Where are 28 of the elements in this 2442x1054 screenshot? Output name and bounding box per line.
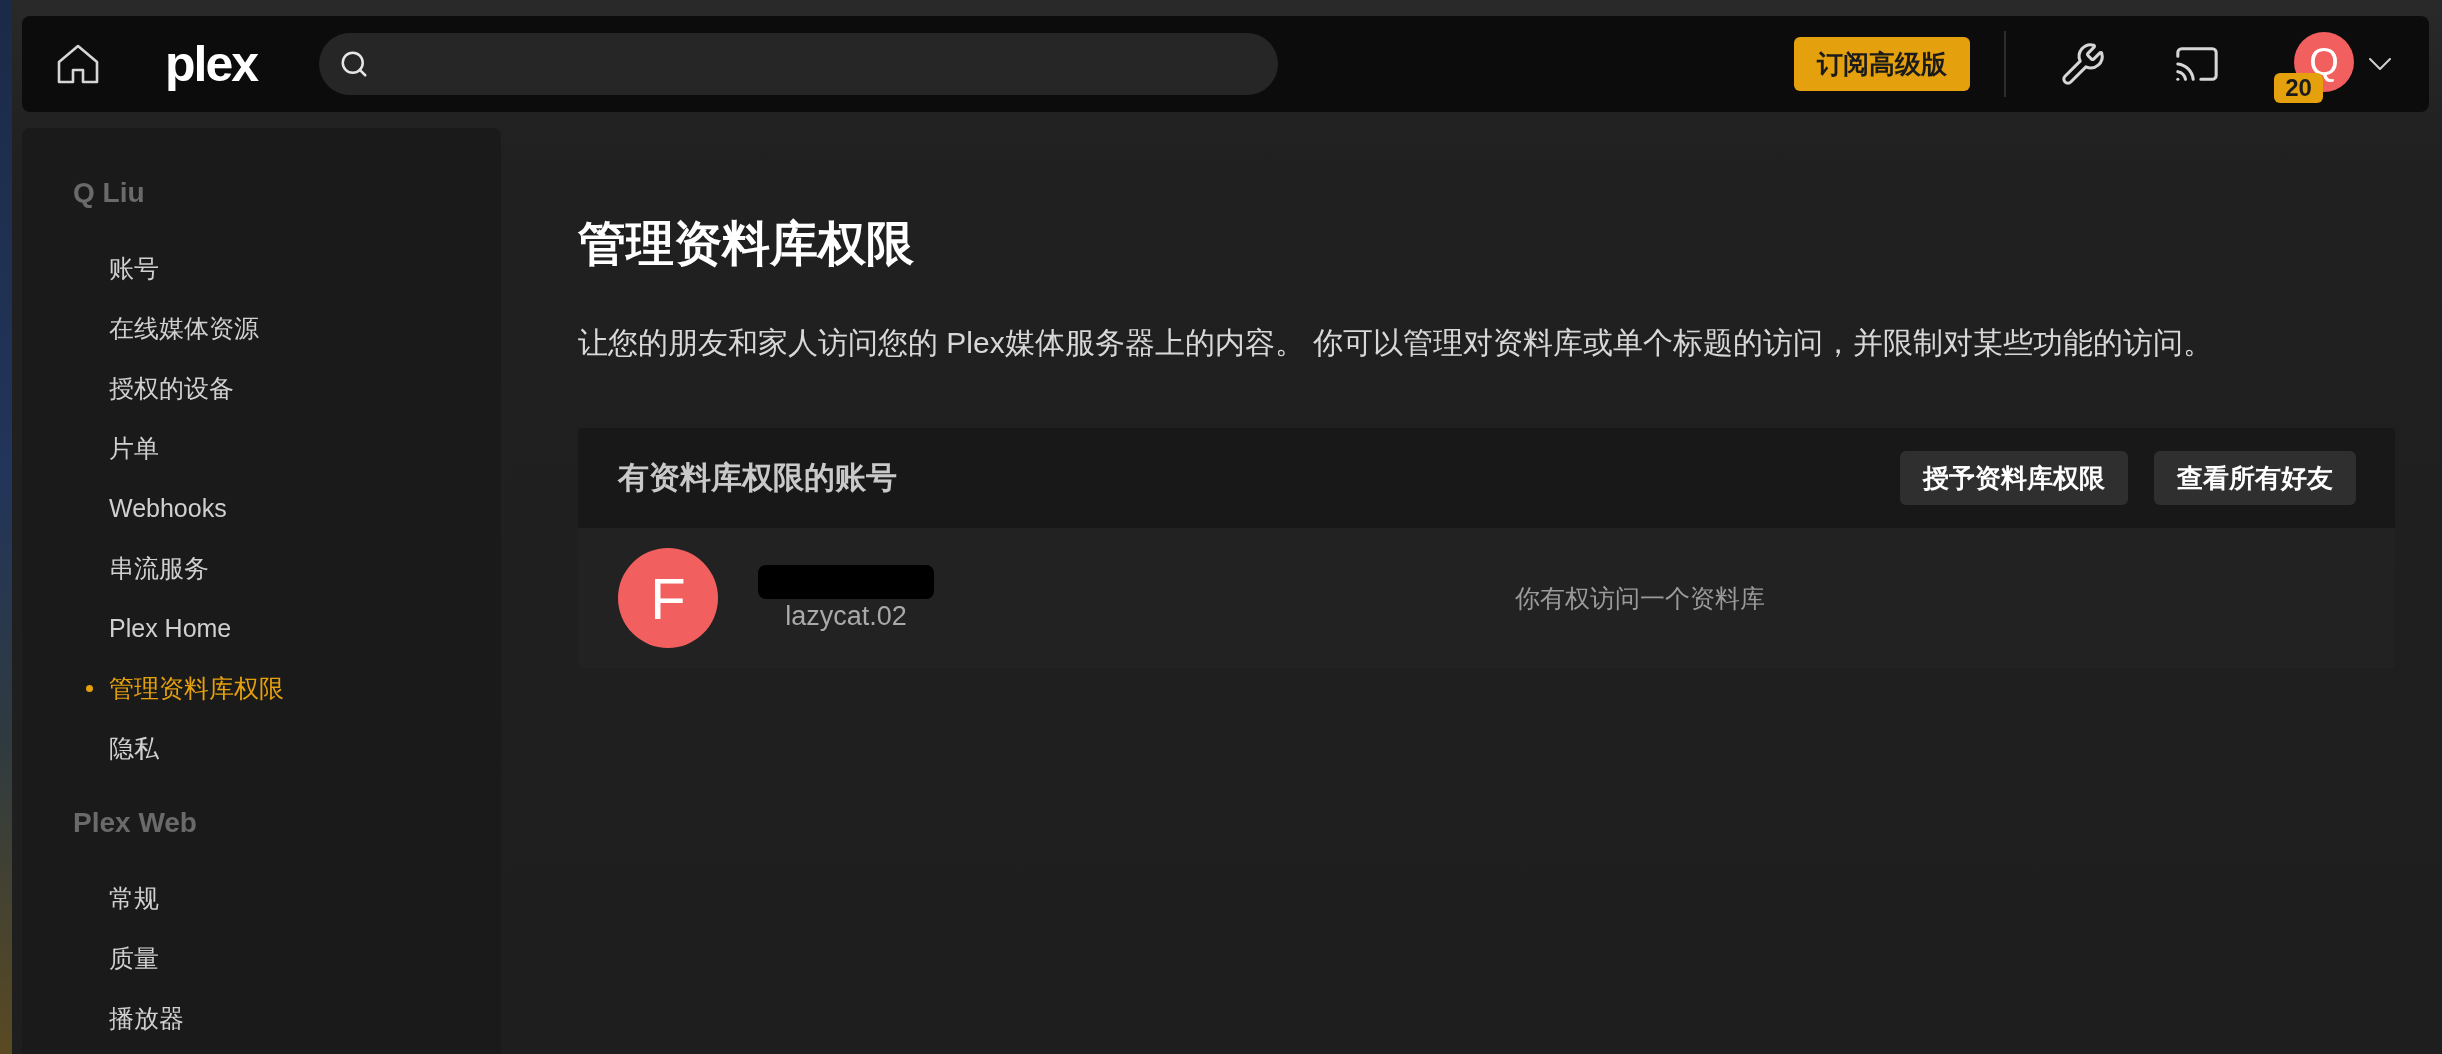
wrench-icon[interactable]: [2060, 41, 2106, 87]
sidebar-item[interactable]: 播放器: [109, 1002, 184, 1034]
subscribe-button[interactable]: 订阅高级版: [1794, 37, 1970, 91]
access-summary: 你有权访问一个资料库: [1515, 583, 1765, 614]
active-dot-icon: [86, 684, 93, 692]
sidebar-section-title: Q Liu: [73, 176, 145, 210]
sidebar-item[interactable]: 串流服务: [109, 552, 209, 584]
sidebar-item[interactable]: 常规: [109, 882, 159, 914]
chevron-down-icon[interactable]: [2369, 58, 2391, 70]
card-action-button[interactable]: 授予资料库权限: [1900, 451, 2128, 505]
user-avatar: F: [618, 548, 718, 648]
card-action-button[interactable]: 查看所有好友: [2154, 451, 2356, 505]
sidebar-item[interactable]: 账号: [109, 252, 159, 284]
sidebar-section-title: Plex Web: [73, 806, 197, 840]
sidebar-item[interactable]: Webhooks: [109, 492, 227, 524]
card-title: 有资料库权限的账号: [618, 459, 897, 497]
page-title: 管理资料库权限: [578, 216, 914, 272]
username: lazycat.02: [785, 601, 907, 631]
page-description: 让您的朋友和家人访问您的 Plex媒体服务器上的内容。 你可以管理对资料库或单个标题的访问，并限制对某些功能的访问。: [578, 325, 2214, 361]
home-icon[interactable]: [57, 44, 99, 84]
logo[interactable]: plex: [165, 36, 258, 92]
sidebar-item[interactable]: 授权的设备: [109, 372, 234, 404]
sidebar-item[interactable]: 质量: [109, 942, 159, 974]
sidebar-item[interactable]: Plex Home: [109, 612, 232, 644]
sidebar-item[interactable]: 隐私: [109, 732, 159, 764]
sidebar-item[interactable]: 管理资料库权限: [86, 672, 284, 704]
sidebar-item[interactable]: 片单: [109, 432, 159, 464]
sidebar-item[interactable]: 在线媒体资源: [109, 312, 259, 344]
